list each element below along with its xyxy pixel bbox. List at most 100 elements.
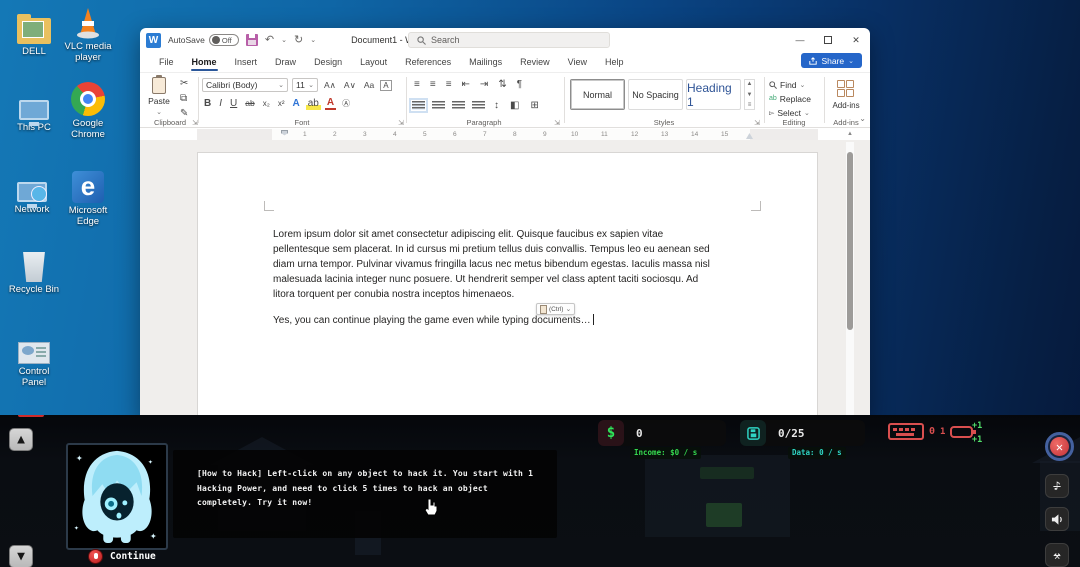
- show-paragraph-marks-icon[interactable]: ¶: [515, 78, 524, 91]
- styles-scroll-up-icon[interactable]: ▲: [747, 81, 753, 87]
- style-no-spacing[interactable]: No Spacing: [628, 79, 683, 110]
- quick-access-chevron-icon[interactable]: ⌄: [310, 35, 316, 46]
- tab-insert[interactable]: Insert: [226, 52, 267, 72]
- redo-icon[interactable]: ↻: [294, 35, 303, 46]
- align-center-icon[interactable]: [432, 101, 445, 110]
- desktop-icon-this-pc[interactable]: This PC: [6, 84, 62, 134]
- shading-icon[interactable]: ◧: [508, 99, 521, 112]
- tab-layout[interactable]: Layout: [351, 52, 396, 72]
- subscript-icon[interactable]: x₂: [261, 97, 272, 110]
- styles-scroll-down-icon[interactable]: ▼: [747, 92, 753, 98]
- underline-icon[interactable]: U: [228, 97, 239, 110]
- find-button[interactable]: Find ⌄: [769, 78, 805, 91]
- change-case-icon[interactable]: Aa: [362, 79, 376, 92]
- tab-view[interactable]: View: [559, 52, 596, 72]
- bold-icon[interactable]: B: [202, 97, 213, 110]
- scroll-up-arrow-icon[interactable]: ▲: [846, 131, 854, 137]
- find-label: Find: [780, 80, 797, 90]
- styles-dialog-launcher[interactable]: ⇲: [754, 119, 760, 127]
- tab-file[interactable]: File: [150, 52, 183, 72]
- multilevel-list-icon[interactable]: ≡: [444, 78, 454, 91]
- minimize-button[interactable]: —: [786, 28, 814, 52]
- tab-design[interactable]: Design: [305, 52, 351, 72]
- desktop-icon-edge[interactable]: e Microsoft Edge: [60, 167, 116, 227]
- style-heading-1[interactable]: Heading 1: [686, 79, 741, 110]
- undo-icon[interactable]: ↶: [265, 35, 274, 46]
- close-window-button[interactable]: ✕: [842, 28, 870, 52]
- strikethrough-icon[interactable]: ab: [243, 97, 256, 110]
- cut-icon[interactable]: ✂: [178, 77, 190, 90]
- hacker-girl-portrait: ✦ ✦ ✦ ✦: [66, 443, 168, 550]
- numbering-icon[interactable]: ≡: [428, 78, 438, 91]
- desktop-icon-chrome[interactable]: Google Chrome: [60, 80, 116, 140]
- neon-sign-glow: [700, 467, 754, 479]
- keyboard-icon: [888, 423, 924, 440]
- style-normal[interactable]: Normal: [570, 79, 625, 110]
- justify-icon[interactable]: [472, 101, 485, 110]
- save-icon[interactable]: [246, 34, 258, 46]
- replace-button[interactable]: ab Replace: [769, 92, 811, 105]
- horizontal-ruler[interactable]: 1 2 3 4 5 6 7 8 9 10 11 12 13 14 15: [197, 129, 818, 140]
- edge-icon: e: [60, 167, 116, 203]
- ribbon: Paste ⌄ ✂ ⧉ ✎ Clipboard ⇲ Calibri (Body)…: [140, 72, 870, 128]
- tab-mailings[interactable]: Mailings: [460, 52, 511, 72]
- tab-home[interactable]: Home: [183, 52, 226, 72]
- font-color-icon[interactable]: A: [325, 98, 336, 110]
- font-name-combo[interactable]: Calibri (Body) ⌄: [202, 78, 288, 92]
- collapse-ribbon-chevron-icon[interactable]: ⌄: [859, 114, 866, 123]
- tab-help[interactable]: Help: [596, 52, 633, 72]
- addins-button[interactable]: Add-ins: [826, 80, 866, 110]
- increase-indent-icon[interactable]: ⇥: [478, 78, 490, 91]
- tab-draw[interactable]: Draw: [266, 52, 305, 72]
- tool-disabled-button[interactable]: ⚒: [1045, 543, 1069, 567]
- typed-sentence: Yes, you can continue playing the game e…: [273, 315, 591, 326]
- chevron-down-icon: ⌄: [800, 81, 806, 89]
- desktop-icon-dell[interactable]: DELL: [6, 8, 62, 58]
- gain-indicator: +1: [972, 421, 982, 431]
- styles-more-icon[interactable]: ≡: [748, 102, 752, 108]
- desktop-icon-vlc[interactable]: VLC media player: [60, 3, 116, 63]
- tab-review[interactable]: Review: [511, 52, 559, 72]
- line-spacing-icon[interactable]: ↕: [492, 99, 501, 112]
- font-dialog-launcher[interactable]: ⇲: [398, 119, 404, 127]
- grow-font-icon[interactable]: A∧: [322, 79, 338, 92]
- font-size-combo[interactable]: 11 ⌄: [292, 78, 318, 92]
- sort-icon[interactable]: ⇅: [496, 78, 508, 91]
- scroll-view-up-button[interactable]: ▲: [9, 428, 33, 451]
- tab-references[interactable]: References: [396, 52, 460, 72]
- enclose-characters-icon[interactable]: Ⓐ: [340, 97, 352, 110]
- desktop-icon-control-panel[interactable]: Control Panel: [6, 328, 62, 388]
- close-game-button[interactable]: ✕: [1045, 432, 1074, 461]
- highlight-icon[interactable]: ab: [306, 97, 321, 110]
- bullets-icon[interactable]: ≡: [412, 78, 422, 91]
- desktop-icon-recycle-bin[interactable]: Recycle Bin: [6, 246, 62, 296]
- superscript-icon[interactable]: x²: [276, 97, 287, 110]
- decrease-indent-icon[interactable]: ⇤: [460, 78, 472, 91]
- chevron-down-icon: ⌄: [308, 81, 314, 89]
- autosave-toggle[interactable]: AutoSave Off: [168, 34, 239, 46]
- paste-options-button[interactable]: (Ctrl) ⌄: [536, 303, 575, 315]
- copy-icon[interactable]: ⧉: [178, 92, 190, 105]
- desktop-icon-network[interactable]: Network: [4, 166, 60, 216]
- search-input[interactable]: Search: [408, 32, 610, 48]
- sound-button[interactable]: [1045, 507, 1069, 531]
- document-page[interactable]: Lorem ipsum dolor sit amet consectetur a…: [197, 152, 818, 422]
- maximize-button[interactable]: [814, 28, 842, 52]
- text-effects-icon[interactable]: A: [291, 97, 302, 110]
- paragraph-dialog-launcher[interactable]: ⇲: [554, 119, 560, 127]
- align-left-icon[interactable]: [412, 101, 425, 110]
- paste-button[interactable]: Paste ⌄: [144, 73, 174, 119]
- align-right-icon[interactable]: [452, 101, 465, 110]
- music-mute-button[interactable]: ♪: [1045, 474, 1069, 498]
- share-button[interactable]: Share ⌄: [801, 53, 862, 68]
- character-border-icon[interactable]: A: [380, 80, 391, 91]
- scroll-view-down-button[interactable]: ▼: [9, 545, 33, 567]
- scrollbar-thumb[interactable]: [847, 152, 853, 330]
- borders-icon[interactable]: ⊞: [528, 99, 540, 112]
- vertical-scrollbar[interactable]: [846, 142, 854, 420]
- styles-gallery-scroll[interactable]: ▲ ▼ ≡: [744, 79, 755, 110]
- continue-button[interactable]: Continue: [88, 549, 156, 564]
- undo-dropdown-icon[interactable]: ⌄: [281, 35, 287, 46]
- italic-icon[interactable]: I: [217, 97, 224, 110]
- shrink-font-icon[interactable]: A∨: [342, 79, 358, 92]
